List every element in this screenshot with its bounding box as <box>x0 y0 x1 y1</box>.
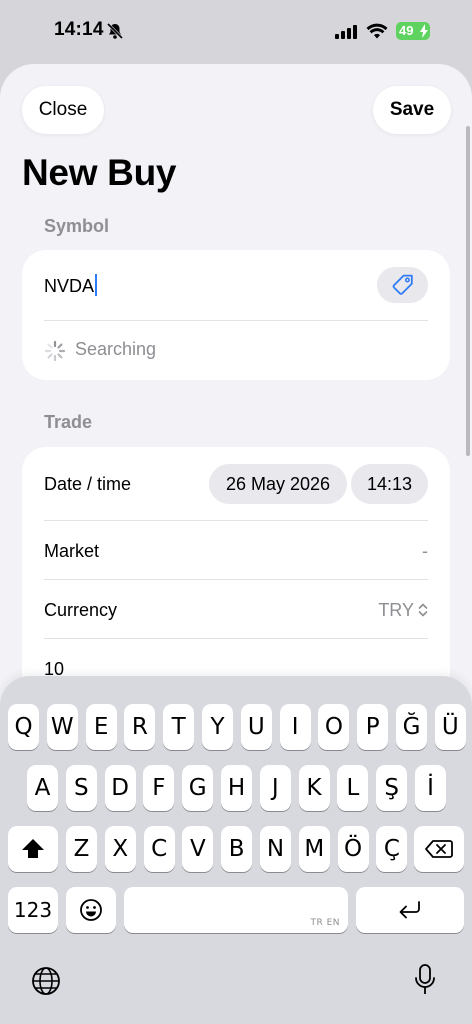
return-icon <box>399 901 420 919</box>
symbol-input[interactable]: NVDA <box>44 274 98 297</box>
key-d[interactable]: D <box>104 765 136 811</box>
key-ş[interactable]: Ş <box>376 765 408 811</box>
key-v[interactable]: V <box>182 826 214 872</box>
shift-key[interactable] <box>8 826 58 872</box>
key-j[interactable]: J <box>259 765 291 811</box>
battery-indicator: 49 <box>396 22 430 40</box>
space-language-hint: TR EN <box>310 918 340 928</box>
chevron-updown-icon <box>418 603 428 617</box>
key-ç[interactable]: Ç <box>376 826 408 872</box>
space-key[interactable]: TR EN <box>124 887 348 933</box>
wifi-icon <box>366 23 388 39</box>
divider <box>44 320 428 321</box>
emoji-key[interactable] <box>66 887 116 933</box>
key-g[interactable]: G <box>182 765 214 811</box>
emoji-icon <box>80 899 102 921</box>
currency-picker[interactable]: TRY <box>378 600 428 621</box>
text-caret <box>95 274 98 296</box>
key-t[interactable]: T <box>163 704 195 750</box>
bell-muted-icon <box>106 22 124 40</box>
status-bar: 14:14 49 <box>0 0 472 64</box>
delete-key[interactable] <box>414 826 464 872</box>
key-i̇[interactable]: İ <box>415 765 446 811</box>
key-e[interactable]: E <box>85 704 117 750</box>
symbol-card: NVDA Searching <box>22 250 450 380</box>
key-k[interactable]: K <box>298 765 330 811</box>
date-time-label: Date / time <box>44 474 132 494</box>
symbol-input-value: NVDA <box>44 276 95 296</box>
key-n[interactable]: N <box>260 826 291 872</box>
date-picker[interactable]: 26 May 2026 <box>209 464 347 504</box>
key-o[interactable]: O <box>318 704 350 750</box>
key-w[interactable]: W <box>46 704 78 750</box>
key-ö[interactable]: Ö <box>337 826 369 872</box>
searching-status: Searching <box>75 339 157 359</box>
currency-value: TRY <box>378 600 414 620</box>
key-x[interactable]: X <box>104 826 136 872</box>
key-q[interactable]: Q <box>8 704 39 750</box>
key-m[interactable]: M <box>298 826 330 872</box>
key-s[interactable]: S <box>65 765 97 811</box>
divider <box>44 579 428 580</box>
key-h[interactable]: H <box>221 765 252 811</box>
market-label: Market <box>44 541 100 561</box>
return-key[interactable] <box>356 887 464 933</box>
key-r[interactable]: R <box>124 704 156 750</box>
symbol-section-label: Symbol <box>44 216 110 236</box>
page-title: New Buy <box>22 152 177 193</box>
backspace-icon <box>425 840 453 858</box>
key-f[interactable]: F <box>143 765 175 811</box>
key-z[interactable]: Z <box>66 826 97 872</box>
status-time: 14:14 <box>54 19 104 40</box>
key-l[interactable]: L <box>337 765 369 811</box>
key-u[interactable]: U <box>240 704 272 750</box>
save-button[interactable]: Save <box>373 86 451 134</box>
battery-level: 49 <box>399 23 414 38</box>
key-a[interactable]: A <box>27 765 58 811</box>
key-ğ[interactable]: Ğ <box>396 704 427 750</box>
microphone-icon[interactable] <box>414 964 436 996</box>
numbers-key[interactable]: 123 <box>8 887 58 933</box>
shift-icon <box>22 839 44 858</box>
trade-section-label: Trade <box>44 412 93 432</box>
scroll-indicator[interactable] <box>466 126 470 456</box>
key-c[interactable]: C <box>143 826 175 872</box>
divider <box>44 638 428 639</box>
globe-icon[interactable] <box>31 966 61 996</box>
divider <box>44 520 428 521</box>
spinner-icon <box>44 340 66 362</box>
key-y[interactable]: Y <box>202 704 233 750</box>
bolt-icon <box>420 24 428 38</box>
time-picker[interactable]: 14:13 <box>351 464 428 504</box>
key-ü[interactable]: Ü <box>434 704 466 750</box>
key-p[interactable]: P <box>357 704 389 750</box>
currency-label: Currency <box>44 600 118 620</box>
tag-icon <box>392 274 413 295</box>
signal-icon <box>335 25 357 39</box>
key-b[interactable]: B <box>221 826 253 872</box>
close-button[interactable]: Close <box>22 86 104 134</box>
tag-button[interactable] <box>377 267 428 303</box>
market-value[interactable]: - <box>422 541 428 562</box>
key-i[interactable]: I <box>279 704 311 750</box>
keyboard: QWERTYUIOPĞÜ ASDFGHJKLŞİ ZXCVBNMÖÇ 123 T… <box>0 676 472 1024</box>
